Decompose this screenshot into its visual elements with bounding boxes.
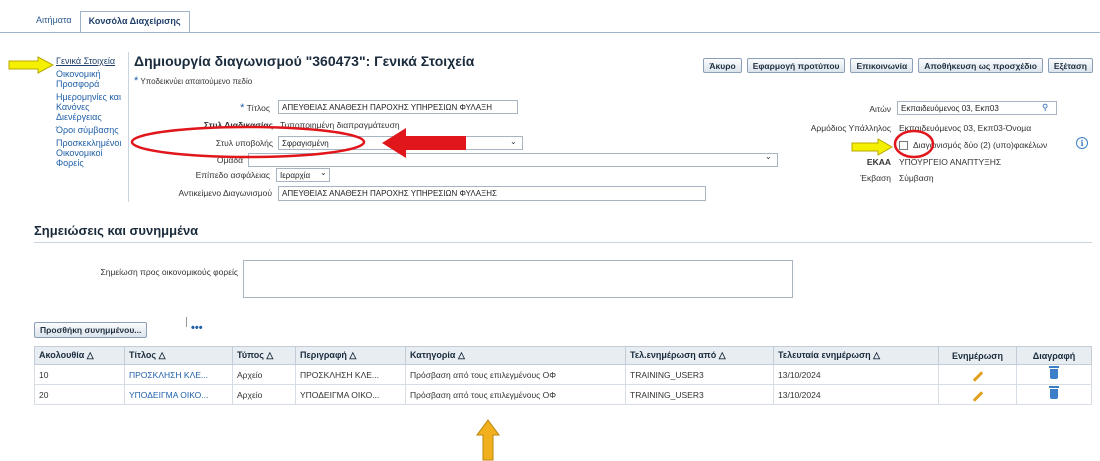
title-label: * Τίτλος bbox=[240, 102, 270, 114]
cell-sequence: 20 bbox=[34, 384, 125, 405]
contact-button[interactable]: Επικοινωνία bbox=[850, 58, 914, 73]
security-level-label: Επίπεδο ασφάλειας bbox=[195, 170, 270, 180]
yellow-arrow-icon bbox=[8, 56, 54, 74]
title-input[interactable]: ΑΠΕΥΘΕΙΑΣ ΑΝΑΘΕΣΗ ΠΑΡΟΧΗΣ ΥΠΗΡΕΣΙΩΝ ΦΥΛΑ… bbox=[278, 100, 518, 114]
trash-icon[interactable] bbox=[1049, 385, 1059, 399]
red-circle-annotation bbox=[893, 129, 935, 159]
sidebar-item-financial-offer[interactable]: Οικονομική Προσφορά bbox=[56, 69, 126, 89]
delete-cell bbox=[1016, 364, 1092, 385]
more-options-icon[interactable]: ••• bbox=[191, 322, 203, 334]
review-button[interactable]: Εξέταση bbox=[1047, 58, 1093, 73]
col-title[interactable]: Τίτλος △ bbox=[124, 346, 233, 365]
version-label: Έκβαση bbox=[860, 173, 891, 183]
action-buttons: Άκυρο Εφαρμογή προτύπου Επικοινωνία Αποθ… bbox=[703, 58, 1093, 73]
orange-arrow-icon bbox=[476, 419, 500, 461]
pencil-icon[interactable] bbox=[972, 390, 983, 402]
page-title: Δημιουργία διαγωνισμού "360473": Γενικά … bbox=[134, 53, 475, 69]
version-value: Σύμβαση bbox=[899, 173, 934, 183]
sidebar: Γενικά Στοιχεία Οικονομική Προσφορά Ημερ… bbox=[56, 56, 126, 171]
ekaa-label: ΕΚΑΑ bbox=[866, 157, 891, 167]
cell-title-link[interactable]: ΥΠΟΔΕΙΓΜΑ ΟΙΚΟ... bbox=[124, 384, 233, 405]
sidebar-item-invited-suppliers[interactable]: Προσκεκλημένοι Οικονομικοί Φορείς bbox=[56, 138, 126, 168]
save-draft-button[interactable]: Αποθήκευση ως προσχέδιο bbox=[918, 58, 1043, 73]
cell-category: Πρόσβαση από τους επιλεγμένους ΟΦ bbox=[405, 384, 626, 405]
table-row: 20 ΥΠΟΔΕΙΓΜΑ ΟΙΚΟ... Αρχείο ΥΠΟΔΕΙΓΜΑ ΟΙ… bbox=[34, 384, 1092, 405]
red-ellipse-annotation bbox=[130, 125, 366, 159]
tab-requests[interactable]: Αιτήματα bbox=[28, 11, 80, 32]
chevron-down-icon: ⌄ bbox=[510, 137, 517, 146]
sidebar-item-contract-terms[interactable]: Όροι σύμβασης bbox=[56, 125, 126, 135]
cell-type: Αρχείο bbox=[232, 364, 296, 385]
col-sequence[interactable]: Ακολουθία △ bbox=[34, 346, 125, 365]
tab-admin-console[interactable]: Κονσόλα Διαχείρισης bbox=[79, 11, 190, 33]
sidebar-item-dates-rules[interactable]: Ημερομηνίες και Κανόνες Διενέργειας bbox=[56, 92, 126, 122]
cell-title-link[interactable]: ΠΡΟΣΚΛΗΣΗ ΚΛΕ... bbox=[124, 364, 233, 385]
chevron-down-icon: ⌄ bbox=[765, 152, 772, 161]
yellow-arrow-icon bbox=[851, 138, 893, 156]
col-updated-by[interactable]: Τελ.ενημέρωση από △ bbox=[625, 346, 774, 365]
cell-sequence: 10 bbox=[34, 364, 125, 385]
trash-icon[interactable] bbox=[1049, 365, 1059, 379]
search-icon[interactable]: ⚲ bbox=[1042, 102, 1048, 113]
required-note: * Υποδεικνύει απαιτούμενο πεδίο bbox=[134, 75, 253, 87]
update-cell bbox=[938, 384, 1017, 405]
table-row: 10 ΠΡΟΣΚΛΗΣΗ ΚΛΕ... Αρχείο ΠΡΟΣΚΛΗΣΗ ΚΛΕ… bbox=[34, 364, 1092, 385]
section-divider bbox=[34, 242, 1092, 243]
delete-cell bbox=[1016, 384, 1092, 405]
sidebar-item-general[interactable]: Γενικά Στοιχεία bbox=[56, 56, 126, 66]
pencil-icon[interactable] bbox=[972, 370, 983, 382]
toolbar-divider bbox=[186, 317, 187, 327]
tab-divider bbox=[0, 32, 1100, 33]
supplier-note-textarea[interactable] bbox=[243, 260, 793, 298]
cell-description: ΥΠΟΔΕΙΓΜΑ ΟΙΚΟ... bbox=[295, 384, 406, 405]
cell-last-updated: 13/10/2024 bbox=[773, 364, 939, 385]
red-arrow-icon bbox=[382, 128, 466, 158]
col-last-updated[interactable]: Τελευταία ενημέρωση △ bbox=[773, 346, 939, 365]
subject-input[interactable]: ΑΠΕΥΘΕΙΑΣ ΑΝΑΘΕΣΗ ΠΑΡΟΧΗΣ ΥΠΗΡΕΣΙΩΝ ΦΥΛΑ… bbox=[278, 186, 706, 201]
supplier-note-label: Σημείωση προς οικονομικούς φορείς bbox=[100, 267, 239, 277]
col-description[interactable]: Περιγραφή △ bbox=[295, 346, 406, 365]
cell-last-updated: 13/10/2024 bbox=[773, 384, 939, 405]
col-category[interactable]: Κατηγορία △ bbox=[405, 346, 626, 365]
cell-type: Αρχείο bbox=[232, 384, 296, 405]
tab-bar: Αιτήματα Κονσόλα Διαχείρισης bbox=[28, 6, 190, 33]
cell-updated-by: TRAINING_USER3 bbox=[625, 364, 774, 385]
notes-section-title: Σημειώσεις και συνημμένα bbox=[34, 223, 199, 238]
officer-label: Αρμόδιος Υπάλληλος bbox=[810, 123, 891, 133]
cell-description: ΠΡΟΣΚΛΗΣΗ ΚΛΕ... bbox=[295, 364, 406, 385]
attachments-table: Ακολουθία △ Τίτλος △ Τύπος △ Περιγραφή △… bbox=[34, 346, 1092, 405]
col-update: Ενημέρωση bbox=[938, 346, 1017, 365]
cancel-button[interactable]: Άκυρο bbox=[703, 58, 742, 73]
update-cell bbox=[938, 364, 1017, 385]
subject-label: Αντικείμενο Διαγωνισμού bbox=[178, 188, 272, 198]
add-attachment-button[interactable]: Προσθήκη συνημμένου... bbox=[34, 322, 148, 338]
col-type[interactable]: Τύπος △ bbox=[232, 346, 296, 365]
requester-input[interactable]: Εκπαιδευόμενος 03, Εκπ03 bbox=[897, 101, 1057, 115]
info-icon[interactable]: i bbox=[1076, 137, 1088, 149]
col-delete: Διαγραφή bbox=[1016, 346, 1092, 365]
cell-category: Πρόσβαση από τους επιλεγμένους ΟΦ bbox=[405, 364, 626, 385]
apply-template-button[interactable]: Εφαρμογή προτύπου bbox=[746, 58, 846, 73]
chevron-down-icon: ⌄ bbox=[320, 168, 327, 177]
requester-label: Αιτών bbox=[869, 104, 891, 114]
cell-updated-by: TRAINING_USER3 bbox=[625, 384, 774, 405]
